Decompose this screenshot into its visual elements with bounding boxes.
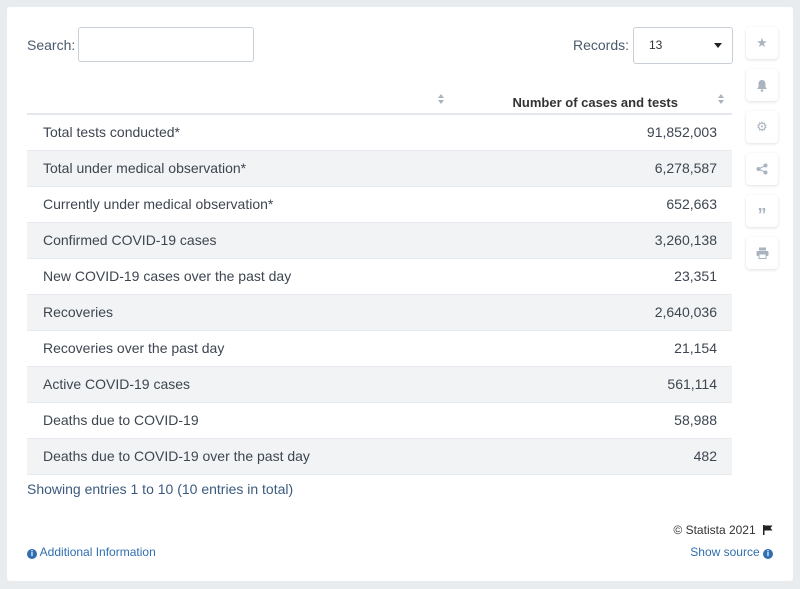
records-selected-value: 13 <box>649 38 663 52</box>
row-value: 482 <box>693 448 717 464</box>
gear-icon: ⚙ <box>756 119 768 134</box>
star-icon: ★ <box>756 35 768 50</box>
search-input[interactable] <box>78 27 254 62</box>
share-button[interactable] <box>746 153 778 185</box>
row-label: Total under medical observation* <box>43 160 247 176</box>
quote-icon: ” <box>757 205 767 225</box>
statistic-card: Search: Records: 13 Number of cases and … <box>7 7 793 581</box>
row-label: New COVID-19 cases over the past day <box>43 268 292 284</box>
row-label: Total tests conducted* <box>43 124 180 140</box>
sort-icon[interactable] <box>437 94 445 106</box>
column-header-value[interactable]: Number of cases and tests <box>513 95 678 110</box>
table-row: Deaths due to COVID-19 over the past day… <box>27 439 732 475</box>
row-label: Recoveries over the past day <box>43 340 225 356</box>
favorite-button[interactable]: ★ <box>746 27 778 59</box>
row-value: 652,663 <box>666 196 717 212</box>
show-source-link[interactable]: Show source i <box>690 545 773 559</box>
table-row: Active COVID-19 cases 561,114 <box>27 367 732 403</box>
additional-information-link[interactable]: i Additional Information <box>27 545 156 559</box>
row-label: Currently under medical observation* <box>43 196 274 212</box>
records-label: Records: <box>573 37 630 53</box>
table-row: Total under medical observation* 6,278,5… <box>27 151 732 187</box>
flag-icon <box>763 525 773 535</box>
row-value: 6,278,587 <box>654 160 717 176</box>
table-row: Deaths due to COVID-19 58,988 <box>27 403 732 439</box>
print-button[interactable] <box>746 237 778 269</box>
table-row: New COVID-19 cases over the past day 23,… <box>27 259 732 295</box>
row-label: Deaths due to COVID-19 over the past day <box>43 448 310 464</box>
info-icon: i <box>763 549 773 559</box>
share-icon <box>756 163 768 175</box>
table-row: Currently under medical observation* 652… <box>27 187 732 223</box>
table-row: Recoveries over the past day 21,154 <box>27 331 732 367</box>
data-table: Number of cases and tests Total tests co… <box>27 85 732 475</box>
entries-info: Showing entries 1 to 10 (10 entries in t… <box>27 481 294 497</box>
row-label: Deaths due to COVID-19 <box>43 412 199 428</box>
copyright-text: © Statista 2021 <box>673 523 756 537</box>
print-icon <box>756 247 768 259</box>
row-value: 3,260,138 <box>654 232 717 248</box>
show-source-label: Show source <box>690 545 760 559</box>
settings-button[interactable]: ⚙ <box>746 111 778 143</box>
table-row: Confirmed COVID-19 cases 3,260,138 <box>27 223 732 259</box>
records-select[interactable]: 13 <box>633 27 733 64</box>
cite-button[interactable]: ” <box>746 195 778 227</box>
row-value: 23,351 <box>674 268 717 284</box>
row-value: 2,640,036 <box>654 304 717 320</box>
table-row: Recoveries 2,640,036 <box>27 295 732 331</box>
caret-down-icon <box>714 43 722 48</box>
row-value: 561,114 <box>667 376 717 392</box>
row-value: 58,988 <box>674 412 717 428</box>
row-value: 21,154 <box>674 340 717 356</box>
additional-information-label: Additional Information <box>39 545 156 559</box>
copyright[interactable]: © Statista 2021 <box>673 523 773 537</box>
row-label: Confirmed COVID-19 cases <box>43 232 217 248</box>
bell-icon <box>757 79 767 92</box>
search-label: Search: <box>27 37 76 53</box>
row-value: 91,852,003 <box>646 124 717 140</box>
notification-button[interactable] <box>746 69 778 101</box>
row-label: Active COVID-19 cases <box>43 376 191 392</box>
table-row: Total tests conducted* 91,852,003 <box>27 115 732 151</box>
row-label: Recoveries <box>43 304 114 320</box>
action-sidebar: ★ ⚙ ” <box>746 27 778 279</box>
sort-icon[interactable] <box>717 94 725 106</box>
table-header: Number of cases and tests <box>27 85 732 115</box>
info-icon: i <box>27 549 37 559</box>
